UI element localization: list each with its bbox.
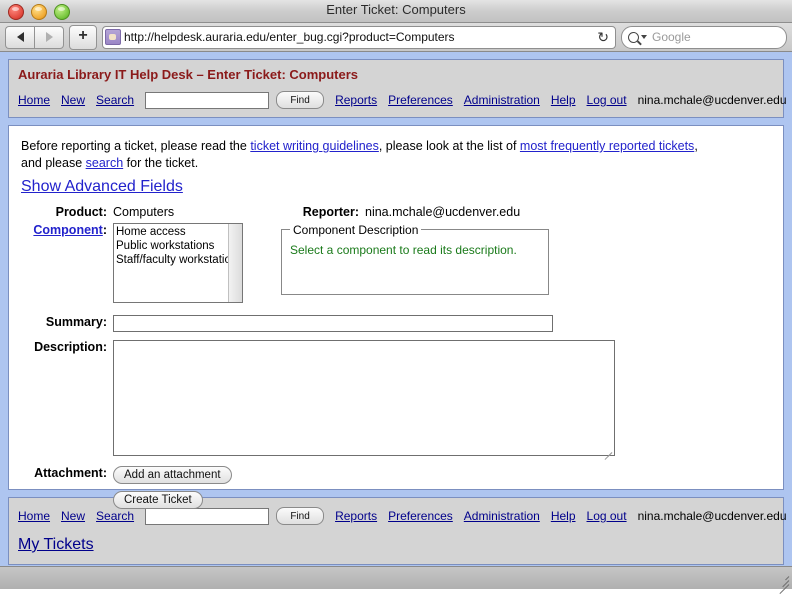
link-most-frequently-reported-tickets[interactable]: most frequently reported tickets: [520, 139, 694, 153]
product-reporter-row: Product: Computers Reporter: nina.mchale…: [21, 205, 615, 219]
description-row: Description:: [21, 332, 615, 456]
footer-find-button[interactable]: Find: [276, 507, 324, 525]
submit-button-cell: Create Ticket: [113, 484, 615, 509]
browser-toolbar: + http://helpdesk.auraria.edu/enter_bug.…: [0, 23, 792, 52]
window-resize-handle[interactable]: [775, 573, 789, 587]
intro-part-5: for the ticket.: [123, 156, 198, 170]
page-viewport: Auraria Library IT Help Desk – Enter Tic…: [0, 52, 792, 566]
intro-part-3: ,: [694, 139, 697, 153]
intro-part-2: , please look at the list of: [379, 139, 520, 153]
summary-row: Summary:: [21, 303, 615, 332]
attachment-label: Attachment:: [21, 456, 113, 484]
ticket-form: Product: Computers Reporter: nina.mchale…: [21, 205, 615, 509]
browser-window: Enter Ticket: Computers + http://helpdes…: [0, 0, 792, 589]
reporter-label: Reporter:: [273, 205, 365, 219]
back-arrow-icon: [17, 32, 24, 42]
header-find-button[interactable]: Find: [276, 91, 324, 109]
header-search-input[interactable]: [145, 92, 269, 109]
advanced-fields-row: Show Advanced Fields: [21, 178, 771, 196]
nav-home[interactable]: Home: [18, 93, 50, 107]
nav-reports[interactable]: Reports: [335, 93, 377, 107]
component-listbox-cell: Home access Public workstations Staff/fa…: [113, 219, 273, 303]
description-textarea[interactable]: [113, 340, 615, 456]
list-item[interactable]: Public workstations: [116, 239, 242, 253]
page-title: Auraria Library IT Help Desk – Enter Tic…: [18, 67, 774, 82]
intro-text: Before reporting a ticket, please read t…: [21, 138, 771, 172]
description-area-cell: [113, 332, 615, 456]
footer-nav-logout[interactable]: Log out: [587, 509, 627, 523]
attachment-row: Attachment: Add an attachment: [21, 456, 615, 484]
list-item[interactable]: Staff/faculty workstation: [116, 253, 242, 267]
nav-new[interactable]: New: [61, 93, 85, 107]
product-value: Computers: [113, 205, 273, 219]
intro-part-1: Before reporting a ticket, please read t…: [21, 139, 250, 153]
add-attachment-button[interactable]: Add an attachment: [113, 466, 232, 484]
component-row: Component: Home access Public workstatio…: [21, 219, 615, 303]
submit-spacer: [21, 484, 113, 509]
nav-administration[interactable]: Administration: [464, 93, 540, 107]
address-bar[interactable]: http://helpdesk.auraria.edu/enter_bug.cg…: [102, 26, 616, 49]
footer-nav-administration[interactable]: Administration: [464, 509, 540, 523]
footer-secondary-row: My Tickets: [18, 536, 774, 554]
content-panel: Before reporting a ticket, please read t…: [8, 125, 784, 490]
component-description-legend: Component Description: [290, 223, 421, 237]
footer-nav-preferences[interactable]: Preferences: [388, 509, 453, 523]
component-label: Component:: [21, 219, 113, 303]
component-description-text: Select a component to read its descripti…: [290, 243, 540, 257]
summary-label: Summary:: [21, 303, 113, 332]
footer-user-email: nina.mchale@ucdenver.edu: [638, 509, 787, 523]
back-button[interactable]: [5, 26, 34, 49]
page-header: Auraria Library IT Help Desk – Enter Tic…: [8, 59, 784, 118]
search-icon: [628, 32, 639, 43]
submit-row: Create Ticket: [21, 484, 615, 509]
link-ticket-writing-guidelines[interactable]: ticket writing guidelines: [250, 139, 379, 153]
browser-search-placeholder: Google: [652, 30, 691, 44]
footer-nav-search[interactable]: Search: [96, 509, 134, 523]
footer-my-tickets-link[interactable]: My Tickets: [18, 536, 94, 553]
footer-search-input[interactable]: [145, 508, 269, 525]
favicon-icon: [105, 29, 121, 45]
component-listbox-scrollbar[interactable]: [228, 224, 242, 302]
nav-help[interactable]: Help: [551, 93, 576, 107]
footer-nav-help[interactable]: Help: [551, 509, 576, 523]
window-title: Enter Ticket: Computers: [0, 2, 792, 17]
component-description-fieldset: Component Description Select a component…: [281, 223, 549, 295]
nav-preferences[interactable]: Preferences: [388, 93, 453, 107]
footer-nav-new[interactable]: New: [61, 509, 85, 523]
intro-part-4: and please: [21, 156, 86, 170]
footer-navigation: Home New Search Find Reports Preferences…: [18, 507, 774, 525]
show-advanced-fields-link[interactable]: Show Advanced Fields: [21, 178, 183, 195]
component-option-list: Home access Public workstations Staff/fa…: [114, 224, 242, 267]
description-label: Description:: [21, 332, 113, 456]
navigation-buttons: [5, 26, 64, 49]
product-label: Product:: [21, 205, 113, 219]
summary-input-cell: [113, 303, 615, 332]
link-search[interactable]: search: [86, 156, 124, 170]
reporter-value: nina.mchale@ucdenver.edu: [365, 205, 615, 219]
attachment-button-cell: Add an attachment: [113, 456, 615, 484]
footer-nav-reports[interactable]: Reports: [335, 509, 377, 523]
list-item[interactable]: Home access: [116, 225, 242, 239]
footer-nav-home[interactable]: Home: [18, 509, 50, 523]
chevron-down-icon: [641, 35, 647, 39]
forward-button[interactable]: [34, 26, 64, 49]
new-tab-button[interactable]: +: [69, 25, 97, 50]
nav-logout[interactable]: Log out: [587, 93, 627, 107]
status-bar: [0, 566, 792, 589]
component-label-colon: :: [103, 223, 107, 237]
component-listbox[interactable]: Home access Public workstations Staff/fa…: [113, 223, 243, 303]
create-ticket-button[interactable]: Create Ticket: [113, 491, 203, 509]
nav-search[interactable]: Search: [96, 93, 134, 107]
component-description-cell: Component Description Select a component…: [273, 219, 615, 303]
textarea-resize-handle[interactable]: [602, 443, 612, 453]
forward-arrow-icon: [46, 32, 53, 42]
header-navigation: Home New Search Find Reports Preferences…: [18, 91, 774, 109]
summary-input[interactable]: [113, 315, 553, 332]
reload-icon[interactable]: ↻: [595, 29, 611, 46]
address-bar-url: http://helpdesk.auraria.edu/enter_bug.cg…: [124, 30, 595, 44]
title-bar: Enter Ticket: Computers: [0, 0, 792, 23]
browser-search-field[interactable]: Google: [621, 26, 787, 49]
header-user-email: nina.mchale@ucdenver.edu: [638, 93, 787, 107]
component-label-link[interactable]: Component: [33, 223, 102, 237]
